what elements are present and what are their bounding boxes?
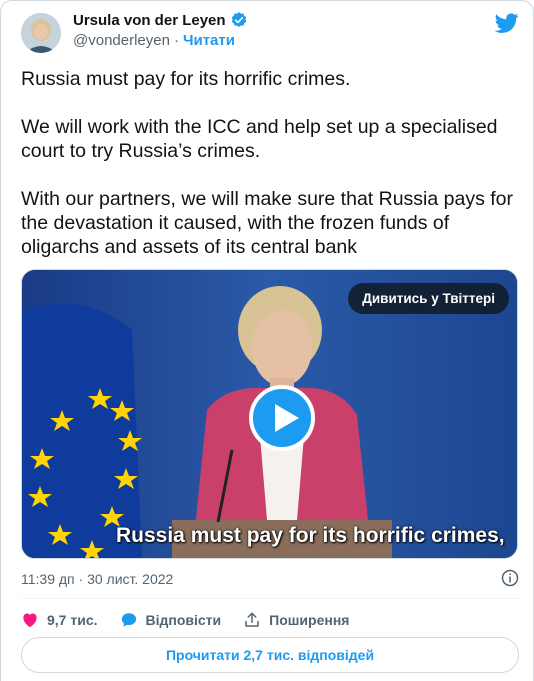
tweet-paragraph: We will work with the ICC and help set u… <box>21 116 498 162</box>
author-name[interactable]: Ursula von der Leyen <box>73 12 226 29</box>
tweet-paragraph: With our partners, we will make sure tha… <box>21 188 514 258</box>
play-icon <box>275 404 299 432</box>
action-bar: 9,7 тис. Відповісти Поширення <box>21 609 371 631</box>
like-count: 9,7 тис. <box>47 612 98 628</box>
tweet-time: 11:39 дп <box>21 571 75 587</box>
video-player[interactable]: Дивитись у Твіттері Russia must pay for … <box>21 269 518 559</box>
tweet-header: Ursula von der Leyen @vonderleyen · Читати <box>21 9 519 57</box>
reply-icon <box>121 613 136 627</box>
follow-button[interactable]: Читати <box>183 32 235 49</box>
separator-dot: · <box>173 32 179 49</box>
author-name-row: Ursula von der Leyen <box>73 11 248 29</box>
tweet-date: 30 лист. 2022 <box>87 571 174 587</box>
reply-label: Відповісти <box>145 612 222 628</box>
share-label: Поширення <box>269 612 350 628</box>
like-button[interactable]: 9,7 тис. <box>21 611 98 629</box>
reply-button[interactable]: Відповісти <box>120 611 222 629</box>
tweet-text: Russia must pay for its horrific crimes.… <box>21 67 516 283</box>
author-handle[interactable]: @vonderleyen <box>73 32 170 49</box>
avatar[interactable] <box>21 13 61 53</box>
share-icon <box>245 612 259 627</box>
video-caption: Russia must pay for its horrific crimes, <box>116 524 505 547</box>
tweet-paragraph: Russia must pay for its horrific crimes. <box>21 68 351 90</box>
tweet-card: Ursula von der Leyen @vonderleyen · Читати… <box>0 0 534 681</box>
info-icon[interactable] <box>501 569 519 587</box>
tweet-timestamp[interactable]: 11:39 дп · 30 лист. 2022 <box>21 571 173 587</box>
read-replies-button[interactable]: Прочитати 2,7 тис. відповідей <box>21 637 519 673</box>
share-button[interactable]: Поширення <box>243 611 349 629</box>
heart-icon <box>23 613 37 628</box>
twitter-bird-icon[interactable] <box>494 11 519 35</box>
handle-row: @vonderleyen · Читати <box>73 32 235 49</box>
divider <box>21 598 519 599</box>
separator-dot: · <box>78 571 84 587</box>
play-button[interactable] <box>249 385 315 451</box>
watch-on-twitter-button[interactable]: Дивитись у Твіттері <box>348 283 509 314</box>
verified-badge-icon <box>230 11 248 29</box>
